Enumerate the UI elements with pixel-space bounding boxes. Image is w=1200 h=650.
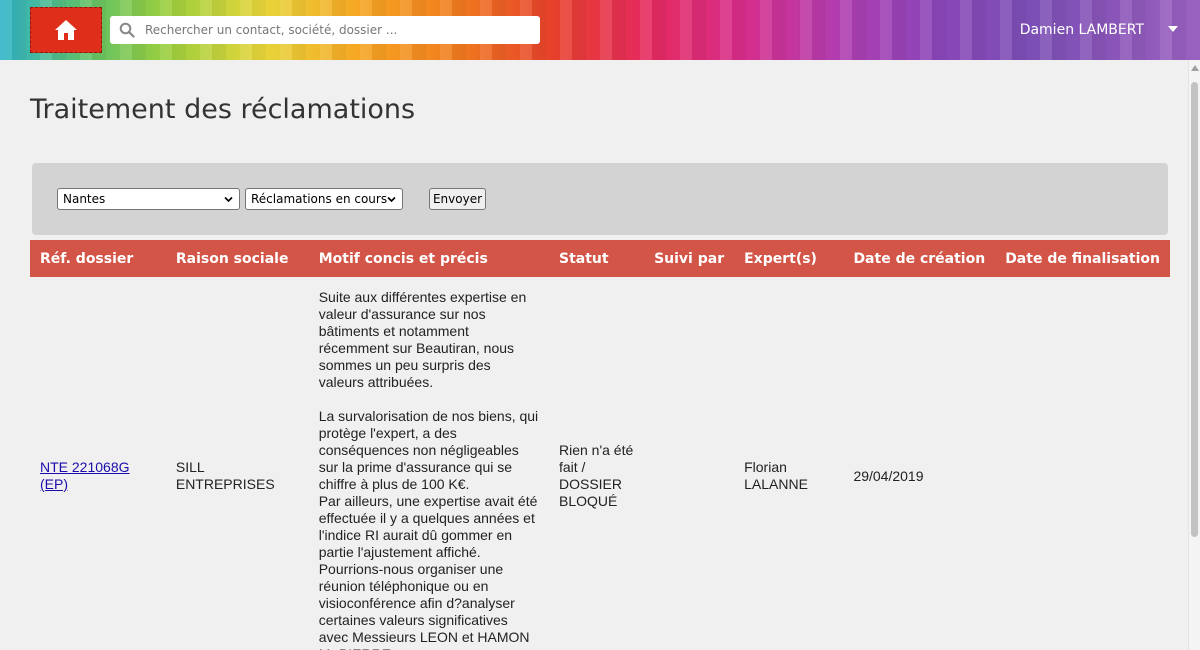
table-header-row: Réf. dossier Raison sociale Motif concis… xyxy=(30,240,1170,277)
cell-raison-sociale: SILL ENTREPRISES xyxy=(175,459,275,492)
send-button[interactable]: Envoyer xyxy=(429,188,486,210)
cell-date-finalisation xyxy=(995,277,1170,650)
column-header-statut[interactable]: Statut xyxy=(548,240,645,277)
column-header-experts[interactable]: Expert(s) xyxy=(734,240,844,277)
search-input[interactable] xyxy=(110,16,540,44)
cell-experts: Florian LALANNE xyxy=(744,459,808,492)
top-header: Damien LAMBERT xyxy=(0,0,1200,60)
search-icon xyxy=(119,22,135,38)
page-title: Traitement des réclamations xyxy=(30,94,416,125)
column-header-suivi-par[interactable]: Suivi par xyxy=(644,240,735,277)
home-button[interactable] xyxy=(30,7,102,53)
cell-statut: Rien n'a été fait / DOSSIER BLOQUÉ xyxy=(558,442,634,509)
scrollbar[interactable] xyxy=(1188,60,1200,650)
column-header-raison-sociale[interactable]: Raison sociale xyxy=(165,240,309,277)
search-box xyxy=(110,16,540,44)
home-icon xyxy=(55,20,77,40)
user-name[interactable]: Damien LAMBERT xyxy=(1020,22,1144,38)
table-row: NTE 221068G (EP) SILL ENTREPRISES Suite … xyxy=(30,277,1170,650)
claims-table: Réf. dossier Raison sociale Motif concis… xyxy=(30,240,1170,650)
status-select[interactable]: Réclamations en cours xyxy=(245,188,403,210)
cell-motif: Suite aux différentes expertise en valeu… xyxy=(318,289,539,650)
user-menu-caret-icon[interactable] xyxy=(1168,26,1178,32)
column-header-ref[interactable]: Réf. dossier xyxy=(30,240,166,277)
city-select[interactable]: Nantes xyxy=(57,188,240,210)
column-header-motif[interactable]: Motif concis et précis xyxy=(308,240,549,277)
cell-suivi-par xyxy=(644,277,734,650)
status-select-value: Réclamations en cours xyxy=(251,192,388,206)
filter-bar: Nantes Réclamations en cours Envoyer xyxy=(32,163,1168,235)
chevron-down-icon xyxy=(387,196,396,203)
city-select-value: Nantes xyxy=(63,192,106,206)
scrollbar-thumb[interactable] xyxy=(1191,82,1198,537)
cell-date-creation: 29/04/2019 xyxy=(853,467,924,484)
column-header-date-creation[interactable]: Date de création xyxy=(843,240,996,277)
chevron-down-icon xyxy=(224,196,233,203)
scroll-up-icon[interactable] xyxy=(1191,65,1199,71)
dossier-link[interactable]: NTE 221068G (EP) xyxy=(40,459,130,492)
cell-ref: NTE 221068G (EP) xyxy=(30,277,166,650)
column-header-date-finalisation[interactable]: Date de finalisation xyxy=(995,240,1170,277)
